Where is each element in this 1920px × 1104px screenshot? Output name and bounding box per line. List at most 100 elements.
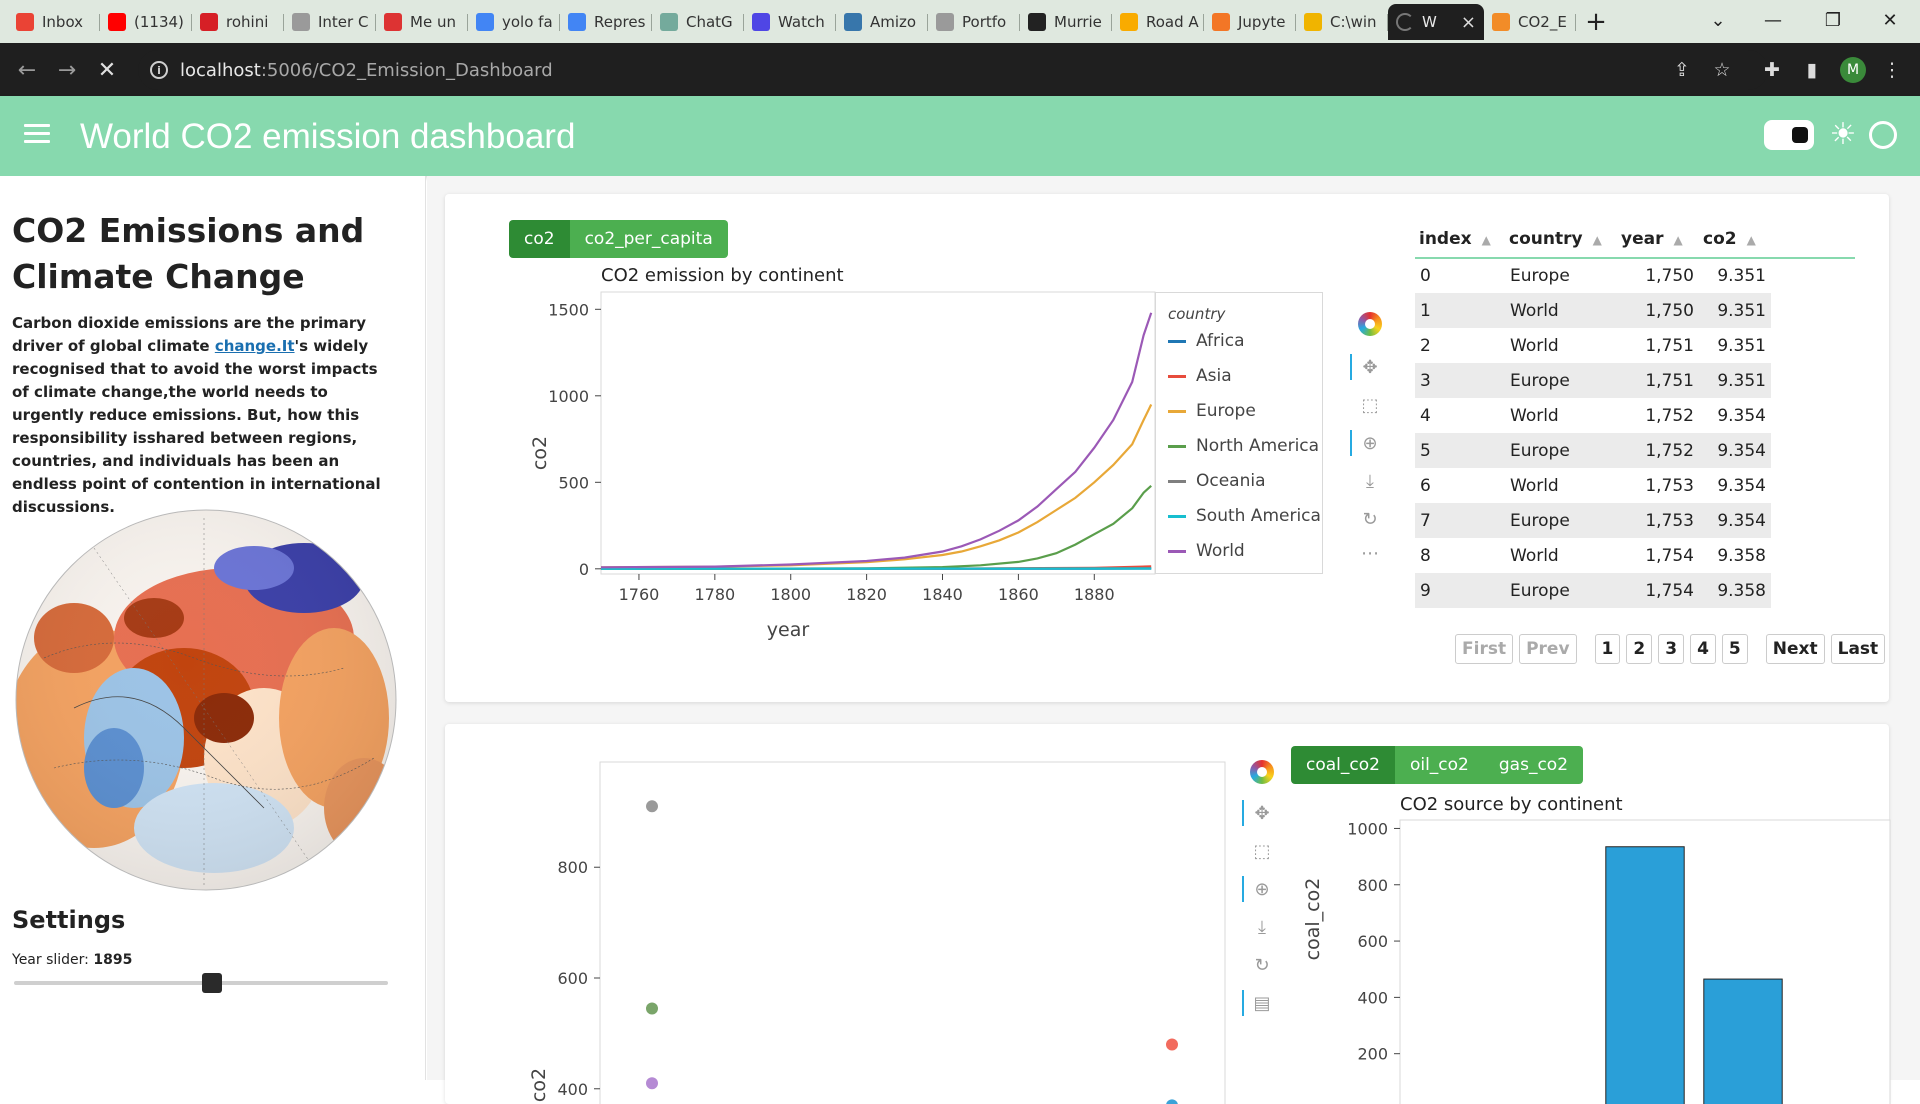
table-row[interactable]: 7Europe1,7539.354 [1415, 503, 1855, 538]
legend-item[interactable]: North America [1168, 436, 1319, 456]
browser-tab[interactable]: rohini [192, 4, 284, 40]
wheel-zoom-tool-icon[interactable]: ⊕ [1350, 428, 1390, 458]
table-row[interactable]: 4World1,7529.354 [1415, 398, 1855, 433]
bokeh-logo-icon[interactable] [1250, 760, 1274, 784]
browser-tab[interactable]: Me un [376, 4, 468, 40]
legend-item[interactable]: Europe [1168, 401, 1256, 421]
column-header-co2[interactable]: co2▲ [1699, 220, 1771, 258]
scatter-point[interactable] [646, 1002, 658, 1014]
table-row[interactable]: 5Europe1,7529.354 [1415, 433, 1855, 468]
browser-tab[interactable]: W× [1388, 4, 1484, 40]
extensions-icon[interactable]: ✚ [1760, 58, 1784, 82]
column-header-country[interactable]: country▲ [1505, 220, 1617, 258]
sort-arrow-icon[interactable]: ▲ [1747, 233, 1756, 247]
pager-last-button[interactable]: Last [1831, 634, 1886, 664]
bar[interactable] [1606, 847, 1684, 1104]
table-cell-year: 1,750 [1617, 258, 1699, 293]
browser-tab[interactable]: Inbox [8, 4, 100, 40]
table-row[interactable]: 6World1,7539.354 [1415, 468, 1855, 503]
browser-tab[interactable]: Watch [744, 4, 836, 40]
browser-tab[interactable]: Amizo [836, 4, 928, 40]
window-close-icon[interactable]: ✕ [1862, 0, 1918, 40]
reset-tool-icon[interactable]: ↻ [1242, 950, 1282, 980]
climate-change-link[interactable]: change.It [215, 337, 295, 355]
minimize-icon[interactable]: — [1745, 0, 1801, 40]
legend-swatch [1168, 550, 1186, 553]
hover-tool-icon[interactable]: ▤ [1242, 988, 1282, 1018]
forward-icon[interactable]: → [52, 55, 82, 85]
bar[interactable] [1704, 979, 1782, 1104]
legend-item[interactable]: Oceania [1168, 471, 1266, 491]
box-zoom-tool-icon[interactable]: ⬚ [1242, 836, 1282, 866]
browser-tab[interactable]: Inter C [284, 4, 376, 40]
browser-tab[interactable]: yolo fa [468, 4, 560, 40]
tab-close-icon[interactable]: × [1461, 12, 1476, 33]
pager-next-button[interactable]: Next [1766, 634, 1825, 664]
browser-tab[interactable]: Repres [560, 4, 652, 40]
profile-avatar[interactable]: M [1840, 57, 1866, 83]
table-row[interactable]: 8World1,7549.358 [1415, 538, 1855, 573]
pager-page-4-button[interactable]: 4 [1690, 634, 1716, 664]
pager-page-2-button[interactable]: 2 [1626, 634, 1652, 664]
restore-icon[interactable]: ❐ [1805, 0, 1861, 40]
more-tools-icon[interactable]: ⋯ [1350, 538, 1390, 568]
table-row[interactable]: 2World1,7519.351 [1415, 328, 1855, 363]
browser-tab[interactable]: CO2_E [1484, 4, 1576, 40]
back-icon[interactable]: ← [12, 55, 42, 85]
scatter-point[interactable] [646, 1077, 658, 1089]
table-row[interactable]: 1World1,7509.351 [1415, 293, 1855, 328]
scatter-point[interactable] [646, 800, 658, 812]
site-info-icon[interactable]: i [150, 61, 168, 79]
table-cell-co2: 9.358 [1699, 573, 1771, 608]
theme-toggle[interactable] [1764, 120, 1814, 150]
column-header-index[interactable]: index ▲ [1415, 220, 1505, 258]
sort-arrow-icon[interactable]: ▲ [1673, 233, 1682, 247]
pager-page-3-button[interactable]: 3 [1658, 634, 1684, 664]
table-row[interactable]: 9Europe1,7549.358 [1415, 573, 1855, 608]
stop-loading-icon[interactable]: ✕ [92, 55, 122, 85]
pager-page-1-button[interactable]: 1 [1595, 634, 1621, 664]
wheel-zoom-tool-icon[interactable]: ⊕ [1242, 874, 1282, 904]
sort-arrow-icon[interactable]: ▲ [1482, 233, 1491, 247]
legend-item[interactable]: Africa [1168, 331, 1245, 351]
sun-icon[interactable]: ☀ [1826, 118, 1860, 152]
browser-tab[interactable]: Jupyte [1204, 4, 1296, 40]
legend-item[interactable]: South America [1168, 506, 1321, 526]
reset-tool-icon[interactable]: ↻ [1350, 504, 1390, 534]
menu-dots-icon[interactable]: ⋮ [1880, 58, 1904, 82]
pan-tool-icon[interactable]: ✥ [1350, 352, 1390, 382]
new-tab-button[interactable]: + [1576, 4, 1616, 40]
table-row[interactable]: 3Europe1,7519.351 [1415, 363, 1855, 398]
pan-tool-icon[interactable]: ✥ [1242, 798, 1282, 828]
table-cell-co2: 9.354 [1699, 468, 1771, 503]
tab-search-icon[interactable]: ⌄ [1690, 0, 1746, 40]
bookmark-star-icon[interactable]: ☆ [1710, 58, 1734, 82]
browser-tab[interactable]: C:\win [1296, 4, 1388, 40]
year-slider-track[interactable] [14, 981, 388, 985]
pager-page-5-button[interactable]: 5 [1722, 634, 1748, 664]
browser-tab[interactable]: Murrie [1020, 4, 1112, 40]
hamburger-menu-icon[interactable] [24, 122, 52, 146]
save-tool-icon[interactable]: ⤓ [1242, 912, 1282, 942]
box-zoom-tool-icon[interactable]: ⬚ [1350, 390, 1390, 420]
browser-tab[interactable]: ChatG [652, 4, 744, 40]
side-panel-icon[interactable]: ▮ [1800, 58, 1824, 82]
year-slider-handle[interactable] [202, 973, 222, 993]
bokeh-logo-icon[interactable] [1358, 312, 1382, 336]
share-icon[interactable]: ⇪ [1670, 58, 1694, 82]
column-header-label: index [1419, 229, 1472, 249]
legend-label: Africa [1196, 331, 1245, 351]
save-tool-icon[interactable]: ⤓ [1350, 466, 1390, 496]
column-header-year[interactable]: year▲ [1617, 220, 1699, 258]
sort-arrow-icon[interactable]: ▲ [1593, 233, 1602, 247]
table-row[interactable]: 0Europe1,7509.351 [1415, 258, 1855, 293]
browser-tab[interactable]: Portfo [928, 4, 1020, 40]
url-input[interactable]: i localhost:5006/CO2_Emission_Dashboard [138, 50, 1768, 90]
browser-tab[interactable]: Road A [1112, 4, 1204, 40]
legend-item[interactable]: World [1168, 541, 1245, 561]
browser-tab[interactable]: (1134) [100, 4, 192, 40]
pager-first-button[interactable]: First [1455, 634, 1513, 664]
legend-item[interactable]: Asia [1168, 366, 1232, 386]
scatter-point[interactable] [1166, 1038, 1178, 1050]
pager-prev-button[interactable]: Prev [1519, 634, 1576, 664]
